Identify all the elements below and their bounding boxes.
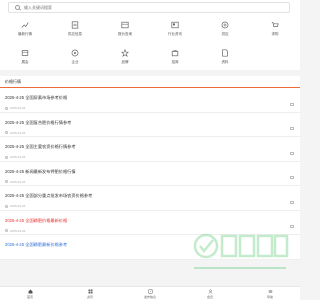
news-list: 2025-4-25 全国尿素市场参考价格 2025-04-25 2025-4-2…	[0, 88, 300, 260]
grid-item-1[interactable]: 供应信息	[50, 15, 100, 43]
home-icon	[28, 289, 32, 293]
clock-icon	[5, 204, 8, 208]
share-icon[interactable]	[290, 176, 294, 179]
list-item[interactable]: 2025-4-25 全国复合肥价格行情参考 2025-04-25	[0, 112, 300, 137]
news-meta: 2025-04-25	[5, 106, 295, 110]
news-title[interactable]: 2025-4-25 全国部分重点批发市场农资价格参考	[5, 193, 295, 199]
grid-item-0[interactable]: 最新行情	[0, 15, 50, 43]
clock-icon	[5, 229, 8, 232]
nav-member[interactable]: 会员	[180, 287, 240, 300]
grid-item-label: 供应信息	[68, 32, 82, 36]
nav-news[interactable]: 资讯	[60, 287, 120, 300]
grid-item-3[interactable]: 行业资讯	[150, 15, 200, 43]
list-item[interactable]: 2025-4-25 全国磷肥最新价格参考	[0, 235, 300, 260]
news-title[interactable]: 2025-4-25 全国磷肥价格最新价格	[5, 218, 295, 224]
news-title[interactable]: 2025-4-25 全国尿素市场参考价格	[5, 95, 295, 101]
list-item[interactable]: 2025-4-25 全国主要农资价格行情参考 2025-04-25	[0, 137, 300, 162]
search-input[interactable]	[24, 4, 264, 10]
grid-item-2[interactable]: 报价查询	[100, 15, 150, 43]
nav-label: 导航	[266, 294, 273, 299]
grid-item-5[interactable]: 求购	[250, 15, 300, 43]
grid-item-label: 供应	[221, 32, 229, 36]
docs-icon	[221, 49, 229, 57]
share-icon[interactable]	[290, 151, 294, 155]
expo-icon	[21, 49, 29, 57]
grid-item-label: 展会	[21, 60, 29, 64]
news-meta: 2025-04-25	[5, 180, 295, 184]
news-icon	[171, 21, 179, 29]
trend-icon	[21, 21, 29, 29]
search-bar	[0, 0, 300, 14]
buy-icon	[271, 21, 279, 29]
nav-home[interactable]: 首页	[0, 287, 60, 300]
menu-icon	[268, 289, 272, 293]
list-item[interactable]: 2025-4-25 新闻最新发布钾肥价格行情 2025-04-25	[0, 161, 300, 186]
news-meta: 2025-04-25	[5, 229, 295, 233]
nav-publish[interactable]: 发布信息	[120, 287, 180, 300]
nav-label: 发布信息	[143, 294, 156, 299]
news-title[interactable]: 2025-4-25 全国复合肥价格行情参考	[5, 120, 295, 126]
grid-item-8[interactable]: 品牌	[100, 43, 150, 71]
grid-item-6[interactable]: 展会	[0, 43, 50, 71]
news-title[interactable]: 2025-4-25 全国主要农资价格行情参考	[5, 144, 295, 150]
grid-icon	[88, 289, 92, 293]
grid-item-9[interactable]: 招商	[150, 43, 200, 71]
news-date: 2025-04-25	[10, 155, 26, 159]
share-icon[interactable]	[290, 225, 294, 228]
news-date: 2025-04-25	[10, 106, 26, 110]
grid-item-label: 行业资讯	[168, 32, 182, 36]
section-title: 价格行情	[5, 78, 21, 84]
news-meta: 2025-04-25	[5, 204, 295, 208]
company-icon	[71, 49, 79, 57]
invest-icon	[171, 49, 179, 57]
news-title[interactable]: 2025-4-25 新闻最新发布钾肥价格行情	[5, 169, 295, 175]
list-icon	[71, 21, 79, 29]
bottom-nav: 首页 资讯 发布信息 会员 导航	[0, 286, 300, 300]
grid-item-7[interactable]: 企业	[50, 43, 100, 71]
grid-item-label: 最新行情	[18, 32, 32, 36]
share-icon[interactable]	[290, 200, 294, 204]
share-icon[interactable]	[290, 127, 294, 130]
list-item[interactable]: 2025-4-25 全国尿素市场参考价格 2025-04-25	[0, 88, 300, 113]
search-icon	[15, 4, 20, 10]
grid-item-label: 报价查询	[118, 32, 132, 36]
category-grid: 最新行情 供应信息 报价查询 行业资讯 供应 求购 展会 企业 品牌 招商 资料	[0, 14, 300, 70]
news-date: 2025-04-25	[10, 179, 26, 184]
news-meta: 2025-04-25	[5, 155, 295, 159]
clock-icon	[5, 131, 8, 134]
brand-icon	[121, 49, 129, 57]
share-icon[interactable]	[290, 102, 294, 106]
supply-icon	[221, 21, 229, 29]
nav-label: 资讯	[86, 294, 93, 299]
nav-label: 首页	[26, 294, 33, 299]
list-item[interactable]: 2025-4-25 全国部分重点批发市场农资价格参考 2025-04-25	[0, 186, 300, 211]
news-date: 2025-04-25	[10, 204, 26, 208]
clock-icon	[5, 180, 8, 183]
nav-menu[interactable]: 导航	[240, 287, 300, 300]
grid-item-label: 资料	[221, 60, 229, 64]
grid-item-label: 企业	[71, 60, 79, 64]
news-title[interactable]: 2025-4-25 全国磷肥最新价格参考	[5, 242, 295, 248]
search-box[interactable]	[8, 1, 290, 13]
nav-label: 会员	[206, 294, 213, 299]
grid-item-label: 品牌	[121, 60, 129, 64]
section-header: 价格行情	[0, 76, 300, 88]
clock-icon	[5, 106, 8, 110]
grid-item-label: 招商	[171, 60, 179, 64]
grid-item-4[interactable]: 供应	[200, 15, 250, 43]
clock-icon	[5, 155, 8, 159]
user-icon	[208, 289, 212, 294]
grid-item-label: 求购	[271, 32, 279, 36]
news-date: 2025-04-25	[10, 228, 26, 233]
edit-icon	[148, 289, 152, 293]
list-item[interactable]: 2025-4-25 全国磷肥价格最新价格 2025-04-25	[0, 210, 300, 235]
grid-item-10[interactable]: 资料	[200, 43, 250, 71]
search-doc-icon	[121, 21, 129, 29]
news-meta: 2025-04-25	[5, 131, 295, 135]
news-date: 2025-04-25	[10, 130, 26, 135]
